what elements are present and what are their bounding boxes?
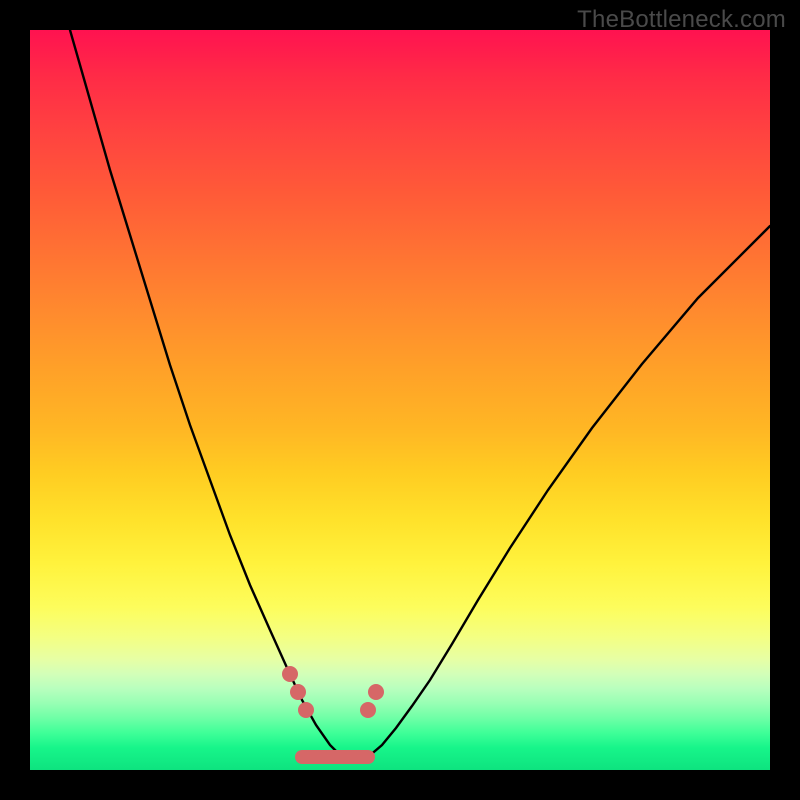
chart-frame: TheBottleneck.com xyxy=(0,0,800,800)
marker-dots-group xyxy=(282,666,384,718)
marker-dot xyxy=(360,702,376,718)
plot-area xyxy=(30,30,770,770)
marker-dot xyxy=(282,666,298,682)
marker-dot xyxy=(290,684,306,700)
right-curve xyxy=(368,226,770,757)
left-curve xyxy=(70,30,342,757)
marker-dot xyxy=(368,684,384,700)
watermark-text: TheBottleneck.com xyxy=(577,6,786,34)
curve-overlay xyxy=(30,30,770,770)
marker-dot xyxy=(298,702,314,718)
